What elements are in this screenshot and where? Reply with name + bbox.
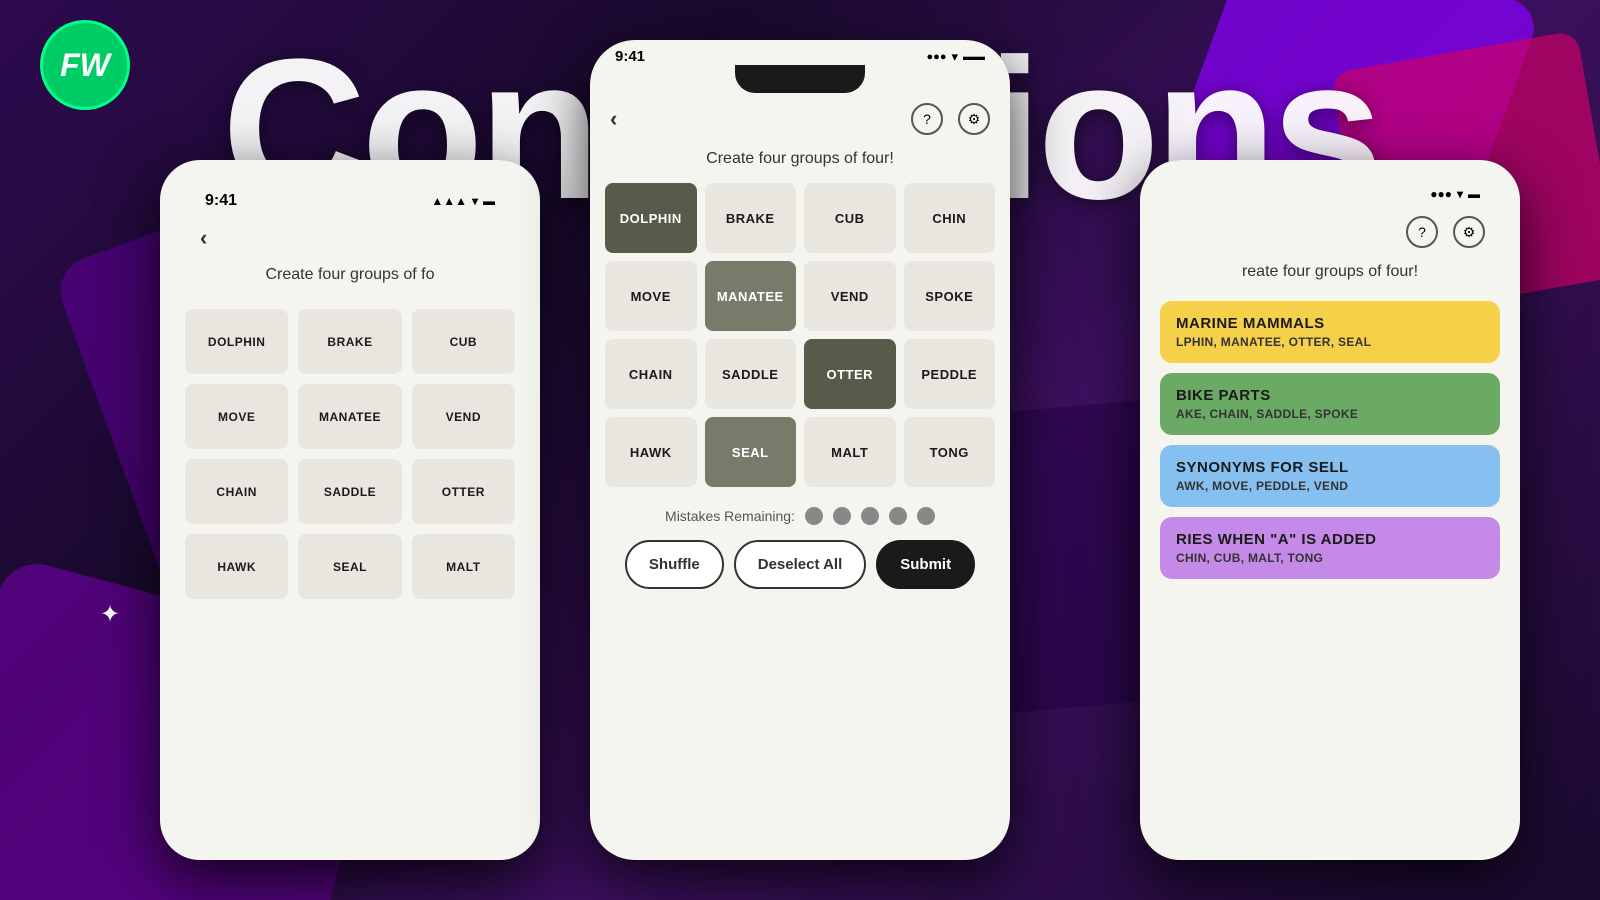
tile-chin[interactable]: CHIN: [904, 183, 996, 253]
bike-title: BIKE PARTS: [1176, 387, 1484, 404]
tile-tong[interactable]: TONG: [904, 417, 996, 487]
bike-words: AKE, CHAIN, SADDLE, SPOKE: [1176, 407, 1484, 421]
mistake-dot-2: [833, 507, 851, 525]
subtitle-left: Create four groups of fo: [180, 261, 520, 299]
nav-bar-right: ? ⚙: [1155, 206, 1505, 258]
nav-bar-left: ‹: [180, 215, 520, 261]
cries-words: CHIN, CUB, MALT, TONG: [1176, 551, 1484, 565]
tile-vend[interactable]: VEND: [804, 261, 896, 331]
fw-logo: FW: [40, 20, 130, 110]
marine-words: LPHIN, MANATEE, OTTER, SEAL: [1176, 335, 1484, 349]
wifi-icon: ▾: [472, 194, 478, 208]
synonyms-words: AWK, MOVE, PEDDLE, VEND: [1176, 479, 1484, 493]
synonyms-title: SYNONYMS FOR SELL: [1176, 459, 1484, 476]
battery-icon-center: ▬▬: [963, 51, 985, 63]
status-icons-center: ●●● ▾ ▬▬: [927, 49, 985, 65]
back-button-left[interactable]: ‹: [200, 225, 207, 251]
notch: [735, 65, 865, 93]
tile-seal-left[interactable]: SEAL: [298, 534, 401, 599]
mistake-dot-5: [917, 507, 935, 525]
tile-move-left[interactable]: MOVE: [185, 384, 288, 449]
tile-malt[interactable]: MALT: [804, 417, 896, 487]
status-icons-left: ▲▲▲ ▾ ▬: [431, 194, 495, 208]
signal-icon: ▲▲▲: [431, 194, 467, 208]
tile-chain[interactable]: CHAIN: [605, 339, 697, 409]
game-grid: DOLPHIN BRAKE CUB CHIN MOVE MANATEE VEND…: [590, 183, 1010, 487]
tile-dolphin[interactable]: DOLPHIN: [605, 183, 697, 253]
tile-dolphin-left[interactable]: DOLPHIN: [185, 309, 288, 374]
subtitle-right: reate four groups of four!: [1155, 258, 1505, 296]
tile-saddle-left[interactable]: SADDLE: [298, 459, 401, 524]
mistake-dot-4: [889, 507, 907, 525]
time-left: 9:41: [205, 192, 237, 210]
tile-saddle[interactable]: SADDLE: [705, 339, 797, 409]
tile-vend-left[interactable]: VEND: [412, 384, 515, 449]
shuffle-button[interactable]: Shuffle: [625, 540, 724, 589]
tile-otter[interactable]: OTTER: [804, 339, 896, 409]
status-bar-right: ●●● ▾ ▬: [1155, 175, 1505, 206]
battery-icon: ▬: [483, 194, 495, 208]
tile-manatee-left[interactable]: MANATEE: [298, 384, 401, 449]
subtitle-center: Create four groups of four!: [590, 145, 1010, 183]
wifi-icon-center: ▾: [951, 49, 958, 65]
tile-brake-left[interactable]: BRAKE: [298, 309, 401, 374]
tile-cub[interactable]: CUB: [804, 183, 896, 253]
back-button-center[interactable]: ‹: [610, 106, 617, 132]
status-bar-left: 9:41 ▲▲▲ ▾ ▬: [180, 180, 520, 215]
tile-hawk[interactable]: HAWK: [605, 417, 697, 487]
mistake-dot-3: [861, 507, 879, 525]
cries-title: RIES WHEN "A" IS ADDED: [1176, 531, 1484, 548]
center-phone: 9:41 ●●● ▾ ▬▬ ‹ ? ⚙ Create four groups o…: [590, 40, 1010, 860]
tile-malt-left[interactable]: MALT: [412, 534, 515, 599]
tile-manatee[interactable]: MANATEE: [705, 261, 797, 331]
tile-move[interactable]: MOVE: [605, 261, 697, 331]
tile-hawk-left[interactable]: HAWK: [185, 534, 288, 599]
wifi-icon-right: ▾: [1457, 187, 1463, 201]
nav-bar-center: ‹ ? ⚙: [590, 93, 1010, 145]
answers-container: MARINE MAMMALS LPHIN, MANATEE, OTTER, SE…: [1155, 296, 1505, 594]
action-buttons: Shuffle Deselect All Submit: [590, 540, 1010, 589]
tile-brake[interactable]: BRAKE: [705, 183, 797, 253]
settings-button-right[interactable]: ⚙: [1453, 216, 1485, 248]
answer-card-cries: RIES WHEN "A" IS ADDED CHIN, CUB, MALT, …: [1160, 517, 1500, 579]
sparkle-icon: ✦: [100, 600, 120, 629]
answer-card-bike: BIKE PARTS AKE, CHAIN, SADDLE, SPOKE: [1160, 373, 1500, 435]
answer-card-synonyms: SYNONYMS FOR SELL AWK, MOVE, PEDDLE, VEN…: [1160, 445, 1500, 507]
mistake-dot-1: [805, 507, 823, 525]
left-grid: DOLPHIN BRAKE CUB MOVE MANATEE VEND CHAI…: [180, 299, 520, 609]
left-phone: 9:41 ▲▲▲ ▾ ▬ ‹ Create four groups of fo …: [160, 160, 540, 860]
mistakes-row: Mistakes Remaining:: [590, 487, 1010, 540]
tile-otter-left[interactable]: OTTER: [412, 459, 515, 524]
answer-card-marine: MARINE MAMMALS LPHIN, MANATEE, OTTER, SE…: [1160, 301, 1500, 363]
tile-peddle[interactable]: PEDDLE: [904, 339, 996, 409]
help-button-right[interactable]: ?: [1406, 216, 1438, 248]
help-button[interactable]: ?: [911, 103, 943, 135]
time-center: 9:41: [615, 48, 645, 65]
right-phone: ●●● ▾ ▬ ? ⚙ reate four groups of four! M…: [1140, 160, 1520, 860]
deselect-button[interactable]: Deselect All: [734, 540, 867, 589]
settings-button[interactable]: ⚙: [958, 103, 990, 135]
nav-icons-center: ? ⚙: [911, 103, 990, 135]
signal-icon-right: ●●●: [1430, 187, 1452, 201]
tile-chain-left[interactable]: CHAIN: [185, 459, 288, 524]
tile-cub-left[interactable]: CUB: [412, 309, 515, 374]
mistakes-label: Mistakes Remaining:: [665, 508, 795, 524]
signal-icon-center: ●●●: [927, 51, 947, 63]
marine-title: MARINE MAMMALS: [1176, 315, 1484, 332]
battery-icon-right: ▬: [1468, 187, 1480, 201]
submit-button[interactable]: Submit: [876, 540, 975, 589]
tile-spoke[interactable]: SPOKE: [904, 261, 996, 331]
status-icons-right: ●●● ▾ ▬: [1430, 187, 1480, 201]
tile-seal[interactable]: SEAL: [705, 417, 797, 487]
